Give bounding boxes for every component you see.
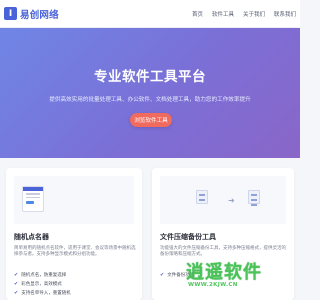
app-window-icon: [22, 186, 44, 212]
top-header: I 易创网络 首页 软件工具 关于我们 联系我们: [0, 0, 300, 28]
feature-item: ✔ 彩色显示，高效模式: [14, 280, 71, 289]
tool-card-random-picker[interactable]: 随机点名器 简单易用的随机点名软件，适用于课堂、会议等场景中随机选择参与者。支持…: [6, 168, 142, 300]
tool-screenshot: ➜: [160, 176, 286, 224]
feature-item: ✔ 随机点名，防重复选择: [14, 271, 71, 280]
card-description: 功能强大的文件压缩备份工具，支持多种压缩格式，提供灵活的备份策略和压缩方式。: [160, 246, 286, 258]
feature-list: ✔ 随机点名，防重复选择 ✔ 彩色显示，高效模式 ✔ 支持名单导入，重置随机: [14, 271, 71, 298]
check-icon: ✔: [14, 281, 19, 287]
site-logo[interactable]: I 易创网络: [4, 7, 59, 21]
feature-label: 随机点名，防重复选择: [21, 273, 67, 278]
feature-label: 支持名单导入，重置随机: [21, 291, 71, 296]
hero-subtitle: 提供高效实用的批量处理工具、办公软件、文档处理工具，助力您的工作效率提升: [49, 97, 251, 103]
watermark-text: 逍遥软件: [186, 262, 262, 283]
nav-item-home[interactable]: 首页: [192, 10, 203, 18]
nav-item-tools[interactable]: 软件工具: [212, 10, 234, 18]
nav-item-contact[interactable]: 联系我们: [274, 10, 296, 18]
main-nav: 首页 软件工具 关于我们 联系我们: [183, 0, 296, 28]
check-icon: ✔: [14, 272, 19, 278]
browse-tools-button[interactable]: 浏览软件工具: [130, 113, 172, 127]
feature-label: 彩色显示，高效模式: [21, 282, 62, 287]
feature-item: ✔ 支持名单导入，重置随机: [14, 289, 71, 298]
watermark-logo: 逍遥软件 WWW.2KJW.CN: [186, 258, 296, 298]
hero-title: 专业软件工具平台: [94, 69, 206, 85]
card-description: 简单易用的随机点名软件，适用于课堂、会议等场景中随机选择参与者。支持多种显示模式…: [14, 246, 136, 258]
tool-screenshot: [14, 176, 134, 224]
nav-item-about[interactable]: 关于我们: [243, 10, 265, 18]
file-icon: [196, 190, 208, 204]
hero-banner: 专业软件工具平台 提供高效实用的批量处理工具、办公软件、文档处理工具，助力您的工…: [0, 28, 300, 158]
check-icon: ✔: [14, 290, 19, 296]
logo-icon: I: [4, 7, 17, 20]
arrow-right-icon: ➜: [228, 196, 235, 205]
check-icon: ✔: [160, 272, 165, 278]
archive-icon: [248, 190, 260, 206]
watermark-url: WWW.2KJW.CN: [188, 282, 238, 288]
card-title[interactable]: 随机点名器: [14, 232, 49, 242]
card-title[interactable]: 文件压缩备份工具: [160, 232, 216, 242]
brand-name: 易创网络: [20, 9, 59, 21]
